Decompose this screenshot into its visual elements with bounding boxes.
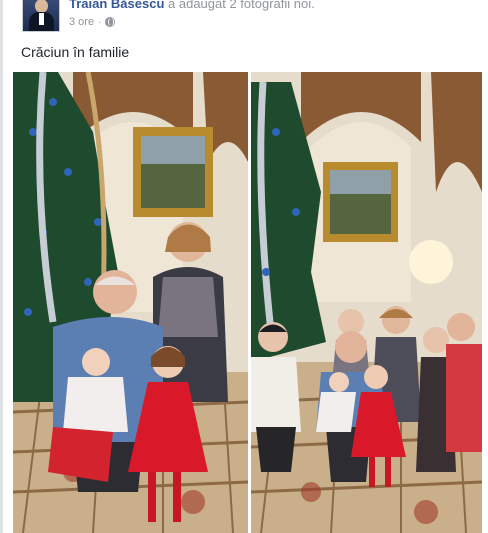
family-christmas-photo-2[interactable] — [251, 72, 482, 533]
author-avatar[interactable] — [22, 0, 60, 32]
post-action-text: a adăugat 2 fotografii noi. — [168, 0, 315, 11]
post-caption: Crăciun în familie — [21, 44, 130, 60]
avatar-shirt — [39, 13, 44, 25]
author-name-link[interactable]: Traian Băsescu — [69, 0, 164, 11]
facebook-post: Traian Băsescu a adăugat 2 fotografii no… — [0, 0, 488, 533]
photo-1-illustration — [13, 72, 248, 533]
meta-separator: · — [98, 17, 102, 27]
globe-icon[interactable] — [105, 17, 116, 27]
left-border — [0, 0, 3, 533]
post-header: Traian Băsescu a adăugat 2 fotografii no… — [69, 0, 315, 11]
right-margin — [482, 0, 488, 533]
post-timestamp-link[interactable]: 3 ore — [69, 16, 94, 28]
photo-2-illustration — [251, 72, 482, 533]
post-meta: 3 ore · — [69, 16, 116, 28]
family-christmas-photo-1[interactable] — [13, 72, 248, 533]
